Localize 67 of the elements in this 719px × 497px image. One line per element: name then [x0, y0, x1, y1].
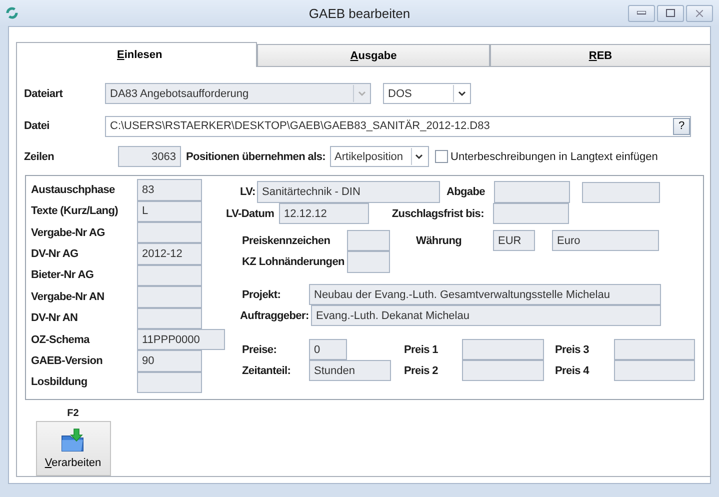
minimize-button[interactable] [628, 4, 655, 22]
read-only-field: Euro [552, 230, 659, 252]
read-only-field: 0 [309, 339, 347, 360]
help-button[interactable]: ? [673, 118, 690, 135]
field-label: DV-Nr AN [31, 312, 79, 324]
minimize-icon [637, 11, 646, 15]
read-only-field [347, 251, 390, 274]
field-label: LV-Datum [226, 208, 276, 220]
read-only-field: EUR [493, 230, 535, 252]
field-label: OZ-Schema [31, 334, 91, 346]
maximize-button[interactable] [657, 4, 684, 22]
read-only-field [137, 286, 202, 308]
tab[interactable]: REB [490, 44, 711, 67]
field-label: GAEB-Version [31, 355, 104, 367]
read-only-field: L [137, 200, 202, 222]
field-label: Preis 1 [404, 344, 439, 356]
field-label: Auftraggeber: [240, 310, 310, 322]
field-label: Vergabe-Nr AG [31, 226, 106, 239]
maximize-icon [666, 9, 675, 17]
refresh-circle-icon [6, 7, 18, 19]
shortcut-label: F2 [67, 408, 79, 420]
field-label: Texte (Kurz/Lang) [31, 205, 119, 218]
field-label: Abgabe [445, 186, 485, 198]
field-label: Dateiart [24, 88, 64, 100]
field-label: Datei [24, 120, 50, 132]
read-only-field: 2012-12 [137, 243, 202, 265]
read-only-field: Neubau der Evang.-Luth. Gesamtverwaltungsstelle Michelau [309, 284, 661, 306]
read-only-field: Sanitärtechnik - DIN [257, 181, 440, 204]
folder-arrow-icon [60, 428, 86, 454]
checkbox[interactable] [434, 150, 448, 164]
field-label: Währung [416, 234, 463, 247]
field-label: Bieter-Nr AG [31, 269, 95, 282]
field-label: Preiskennzeichen [242, 234, 332, 247]
field-label: Preis 2 [404, 364, 439, 377]
checkbox-label: Unterbeschreibungen in Langtext einfügen [450, 150, 658, 163]
field-label: Preis 4 [555, 364, 590, 377]
close-icon [696, 10, 703, 16]
read-only-field: 90 [137, 350, 202, 372]
field-label: LV: [240, 186, 256, 198]
read-only-field: Evang.-Luth. Dekanat Michelau [311, 305, 661, 326]
read-only-field [347, 230, 390, 252]
process-button[interactable]: Verarbeiten [36, 421, 110, 476]
field-label: Preis 3 [555, 344, 590, 356]
window-title: GAEB bearbeiten [308, 6, 410, 20]
field-label: Zeilen [24, 150, 55, 163]
read-only-field: 11PPP0000 [137, 328, 225, 350]
tab[interactable]: Ausgabe [257, 44, 490, 67]
read-only-field: 83 [137, 179, 202, 201]
read-only-field [137, 308, 202, 329]
tab[interactable]: Einlesen [16, 42, 257, 67]
field-label: Positionen übernehmen als: [186, 150, 326, 163]
field-label: Preise: [242, 344, 278, 356]
field-label: KZ Lohnänderungen [242, 256, 346, 268]
field-label: Zuschlagsfrist bis: [390, 208, 484, 220]
field-label: DV-Nr AG [31, 248, 80, 260]
read-only-field [137, 264, 202, 286]
read-only-field: 3063 [118, 146, 181, 168]
field-label: Austauschphase [31, 184, 116, 196]
field-label: Vergabe-Nr AN [31, 290, 106, 303]
read-only-field [137, 222, 202, 244]
read-only-field [137, 372, 202, 394]
position-type-dropdown[interactable]: Artikelposition [330, 146, 429, 168]
field-label: Losbildung [31, 376, 88, 388]
read-only-field: Stunden [309, 360, 391, 382]
read-only-field: 12.12.12 [279, 203, 369, 224]
field-label: Zeitanteil: [242, 364, 292, 377]
field-label: Projekt: [242, 288, 282, 301]
